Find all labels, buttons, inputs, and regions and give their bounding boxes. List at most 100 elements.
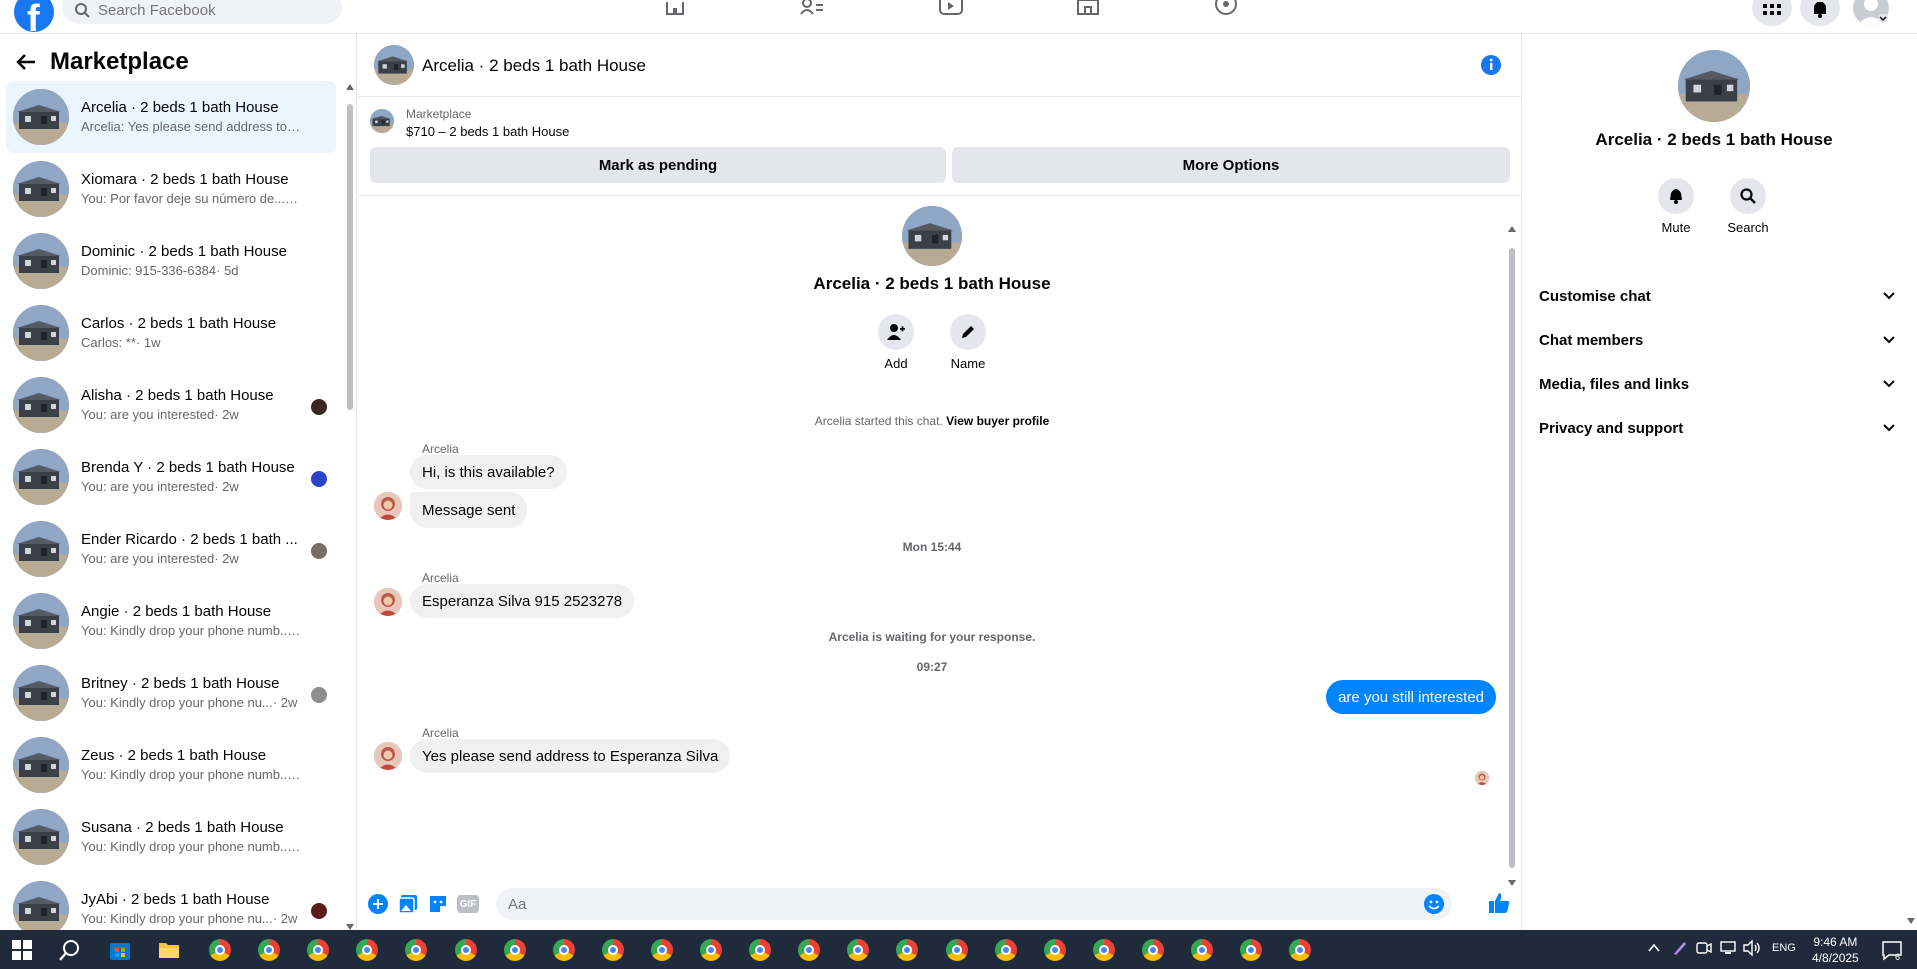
sticker-icon[interactable]: [428, 894, 448, 914]
marketplace-icon[interactable]: [1073, 0, 1103, 20]
chat-header-title[interactable]: Arcelia · 2 beds 1 bath House: [422, 56, 646, 76]
conversation-item[interactable]: JyAbi · 2 beds 1 bath House You: Kindly d…: [6, 873, 336, 930]
conversation-avatar[interactable]: [13, 809, 69, 865]
network-icon[interactable]: [1720, 940, 1736, 956]
sender-avatar[interactable]: [374, 588, 402, 616]
chrome-icon[interactable]: [1286, 936, 1314, 964]
groups-icon[interactable]: [1211, 0, 1241, 20]
conversation-avatar[interactable]: [13, 881, 69, 930]
menu-grid-icon[interactable]: [1752, 0, 1792, 26]
scroll-down-icon[interactable]: [1907, 918, 1915, 924]
scroll-up-icon[interactable]: [346, 84, 354, 90]
chrome-icon[interactable]: [1188, 936, 1216, 964]
add-person-icon[interactable]: [878, 314, 914, 350]
gif-icon[interactable]: GIF: [457, 895, 479, 913]
search-input[interactable]: [98, 0, 318, 19]
conversation-avatar[interactable]: [13, 593, 69, 649]
chrome-icon[interactable]: [1090, 936, 1118, 964]
chrome-icon[interactable]: [648, 936, 676, 964]
chrome-icon[interactable]: [943, 936, 971, 964]
chrome-icon[interactable]: [795, 936, 823, 964]
chat-scrollbar[interactable]: [1508, 226, 1516, 886]
emoji-icon[interactable]: [1424, 894, 1444, 914]
details-avatar[interactable]: [1678, 50, 1750, 122]
friends-icon[interactable]: [797, 0, 827, 20]
search-action[interactable]: Search: [1718, 178, 1778, 235]
name-action[interactable]: Name: [938, 314, 998, 371]
account-chevron-down-icon[interactable]: [1878, 14, 1888, 22]
chrome-icon[interactable]: [599, 936, 627, 964]
pencil-icon[interactable]: [950, 314, 986, 350]
outgoing-message-bubble[interactable]: are you still interested: [1326, 680, 1496, 714]
chrome-icon[interactable]: [844, 936, 872, 964]
conversation-item[interactable]: Dominic · 2 beds 1 bath House Dominic: 91…: [6, 225, 336, 297]
chrome-icon[interactable]: [402, 936, 430, 964]
customise-chat-section[interactable]: Customise chat: [1539, 274, 1895, 318]
meet-icon[interactable]: [1696, 940, 1712, 956]
chrome-icon[interactable]: [255, 936, 283, 964]
conversation-item[interactable]: Alisha · 2 beds 1 bath House You: are you…: [6, 369, 336, 441]
notifications-bell-icon[interactable]: [1800, 0, 1840, 26]
mute-action[interactable]: Mute: [1646, 178, 1706, 235]
chat-members-section[interactable]: Chat members: [1539, 318, 1895, 362]
chrome-icon[interactable]: [746, 936, 774, 964]
tray-chevron-up-icon[interactable]: [1648, 943, 1660, 953]
sidebar-scroll-thumb[interactable]: [347, 104, 353, 410]
chrome-icon[interactable]: [550, 936, 578, 964]
photo-icon[interactable]: [398, 894, 418, 914]
chat-header-avatar[interactable]: [374, 45, 414, 85]
conversation-avatar[interactable]: [13, 521, 69, 577]
chrome-icon[interactable]: [501, 936, 529, 964]
conversation-item[interactable]: Ender Ricardo · 2 beds 1 bath ... You: ar…: [6, 513, 336, 585]
conversation-avatar[interactable]: [13, 161, 69, 217]
conversation-avatar[interactable]: [13, 377, 69, 433]
chrome-icon[interactable]: [992, 936, 1020, 964]
chat-scroll-thumb[interactable]: [1509, 248, 1515, 868]
conversation-item[interactable]: Susana · 2 beds 1 bath House You: Kindly …: [6, 801, 336, 873]
add-action[interactable]: Add: [866, 314, 926, 371]
info-icon[interactable]: [1480, 54, 1502, 76]
conversation-avatar[interactable]: [13, 233, 69, 289]
conversation-item[interactable]: Britney · 2 beds 1 bath House You: Kindly…: [6, 657, 336, 729]
chrome-icon[interactable]: [1139, 936, 1167, 964]
message-input[interactable]: [508, 895, 1388, 913]
message-bubble[interactable]: Esperanza Silva 915 2523278: [410, 584, 635, 618]
chrome-icon[interactable]: [206, 936, 234, 964]
file-explorer-icon[interactable]: [155, 936, 183, 964]
notification-center-icon[interactable]: 6: [1878, 936, 1906, 964]
conversation-avatar[interactable]: [13, 737, 69, 793]
chrome-icon[interactable]: [304, 936, 332, 964]
media-files-links-section[interactable]: Media, files and links: [1539, 362, 1895, 406]
pen-icon[interactable]: [1672, 940, 1688, 956]
language-indicator[interactable]: ENG: [1772, 942, 1796, 954]
sidebar-scrollbar[interactable]: [346, 84, 354, 930]
conversation-item[interactable]: Angie · 2 beds 1 bath House You: Kindly d…: [6, 585, 336, 657]
chat-profile-avatar[interactable]: [902, 206, 962, 266]
conversation-item[interactable]: Brenda Y · 2 beds 1 bath House You: are y…: [6, 441, 336, 513]
message-bubble[interactable]: Message sent: [410, 492, 528, 528]
volume-icon[interactable]: [1743, 940, 1761, 956]
more-options-button[interactable]: More Options: [952, 147, 1510, 183]
scroll-up-icon[interactable]: [1508, 226, 1516, 232]
conversation-avatar[interactable]: [13, 665, 69, 721]
privacy-support-section[interactable]: Privacy and support: [1539, 406, 1895, 450]
message-bubble[interactable]: Yes please send address to Esperanza Sil…: [410, 739, 731, 773]
search-icon[interactable]: [1730, 178, 1766, 214]
chrome-icon[interactable]: [697, 936, 725, 964]
taskbar-search-icon[interactable]: [56, 936, 84, 964]
conversation-item[interactable]: Carlos · 2 beds 1 bath House Carlos: **· …: [6, 297, 336, 369]
message-bubble[interactable]: Hi, is this available?: [410, 455, 567, 489]
home-icon[interactable]: [660, 0, 690, 20]
chrome-icon[interactable]: [1237, 936, 1265, 964]
chrome-icon[interactable]: [893, 936, 921, 964]
chrome-icon[interactable]: [452, 936, 480, 964]
video-icon[interactable]: [936, 0, 966, 20]
conversation-avatar[interactable]: [13, 449, 69, 505]
view-buyer-profile-link[interactable]: View buyer profile: [946, 414, 1049, 428]
account-avatar[interactable]: [1853, 0, 1889, 26]
bell-icon[interactable]: [1658, 178, 1694, 214]
listing-thumbnail[interactable]: [370, 109, 394, 133]
sender-avatar[interactable]: [374, 492, 402, 520]
conversation-avatar[interactable]: [13, 305, 69, 361]
store-icon[interactable]: [106, 936, 134, 964]
